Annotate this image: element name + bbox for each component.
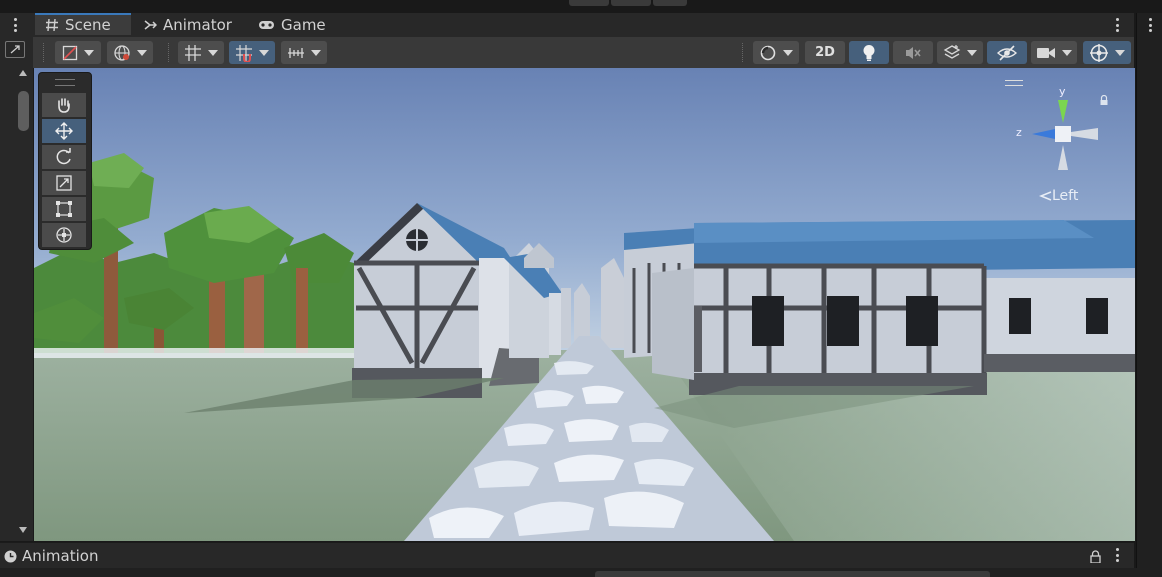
tab-label: Game (281, 16, 326, 34)
increment-snap-button[interactable] (281, 41, 327, 64)
tab-options-icon[interactable] (1115, 18, 1119, 32)
shading-icon (62, 45, 78, 60)
draw-mode-icon (760, 45, 776, 60)
hand-icon (58, 98, 70, 113)
rect-icon (56, 201, 72, 217)
grid-snap-button[interactable] (229, 41, 275, 64)
mute-icon (906, 46, 921, 59)
chevron-down-icon (967, 49, 977, 56)
hidden-eye-icon (997, 44, 1017, 61)
drag-handle[interactable] (55, 79, 75, 86)
gamepad-icon (258, 18, 275, 32)
orientation-gizmo[interactable] (1018, 88, 1108, 178)
tab-bar: Scene Animator Game (0, 13, 1134, 38)
animator-icon (143, 18, 158, 32)
chevron-down-icon (208, 49, 218, 56)
view-label-text: Left (1052, 188, 1079, 204)
audio-toggle-button[interactable] (893, 41, 933, 64)
right-panel-edge (1136, 13, 1162, 577)
scale-icon (56, 175, 72, 191)
chevron-down-icon (783, 49, 793, 56)
render-mode-button[interactable] (107, 41, 153, 64)
tool-palette (38, 72, 92, 250)
grid-visibility-button[interactable] (178, 41, 224, 64)
transform-tool[interactable] (42, 223, 86, 247)
tab-scene[interactable]: Scene (35, 13, 131, 35)
panel-menu-icon[interactable] (13, 18, 17, 32)
gizmos-button[interactable] (1083, 41, 1131, 64)
view-label[interactable]: Left (1038, 188, 1078, 204)
tab-animator[interactable]: Animator (143, 13, 232, 37)
animation-toolbar-strip (0, 568, 1162, 577)
right-house (652, 220, 1135, 395)
gizmo-z-label: z (1016, 126, 1022, 139)
window-top-strip (0, 0, 1162, 13)
gizmo-drag-handle[interactable] (1005, 80, 1023, 86)
top-control-stub[interactable] (569, 0, 609, 6)
top-control-stub[interactable] (611, 0, 651, 6)
chevron-down-icon (311, 49, 321, 56)
maximize-icon[interactable] (5, 41, 25, 58)
chevron-down-icon (1115, 49, 1125, 56)
lighting-toggle-button[interactable] (849, 41, 889, 64)
hand-tool[interactable] (42, 93, 86, 117)
gizmo-icon (1090, 43, 1108, 62)
draw-mode-button[interactable] (753, 41, 799, 64)
top-control-stub[interactable] (653, 0, 687, 6)
arrow-left-icon (1038, 191, 1052, 201)
move-icon (55, 122, 73, 140)
layers-icon (943, 44, 961, 59)
toggle-2d-button[interactable]: 2D (805, 41, 845, 64)
chevron-down-icon (137, 49, 147, 56)
scene-toolbar: 2D (33, 37, 1134, 69)
scroll-down-icon[interactable] (19, 527, 27, 533)
grid-icon (45, 18, 59, 32)
globe-icon (114, 44, 130, 61)
scene-camera-button[interactable] (1031, 41, 1077, 64)
toolbar-divider (742, 43, 745, 62)
grid-settings-icon (185, 44, 201, 61)
move-tool[interactable] (42, 119, 86, 143)
effects-button[interactable] (937, 41, 983, 64)
scroll-up-icon[interactable] (19, 70, 27, 76)
hierarchy-edge (0, 37, 33, 541)
scene-visibility-button[interactable] (987, 41, 1027, 64)
scale-tool[interactable] (42, 171, 86, 195)
snap-magnet-icon (236, 44, 252, 62)
lock-icon[interactable] (1090, 548, 1101, 564)
rotate-tool[interactable] (42, 145, 86, 169)
chevron-down-icon (1062, 49, 1072, 56)
scrollbar-thumb[interactable] (18, 91, 29, 131)
chevron-down-icon (84, 49, 94, 56)
chevron-down-icon (259, 49, 269, 56)
scene-render (34, 68, 1135, 541)
camera-icon (1037, 47, 1055, 58)
inspector-menu-icon[interactable] (1148, 18, 1152, 32)
tab-label: Animator (163, 16, 232, 34)
toolbar-divider (168, 43, 171, 62)
animation-menu-icon[interactable] (1115, 548, 1119, 562)
lightbulb-icon (863, 44, 875, 61)
animation-panel-title[interactable]: Animation (22, 547, 98, 565)
tab-game[interactable]: Game (258, 13, 326, 37)
gizmo-y-label: y (1059, 85, 1066, 98)
animation-search-field[interactable] (595, 571, 990, 577)
tab-label: Scene (65, 16, 111, 34)
rect-tool[interactable] (42, 197, 86, 221)
transform-icon (56, 227, 72, 243)
toolbar-divider (43, 43, 46, 62)
rotate-icon (56, 148, 71, 165)
animation-panel-header: Animation (0, 542, 1134, 569)
shading-mode-button[interactable] (55, 41, 101, 64)
ruler-icon (288, 47, 304, 58)
scene-viewport[interactable] (33, 68, 1135, 541)
clock-icon (4, 548, 17, 563)
